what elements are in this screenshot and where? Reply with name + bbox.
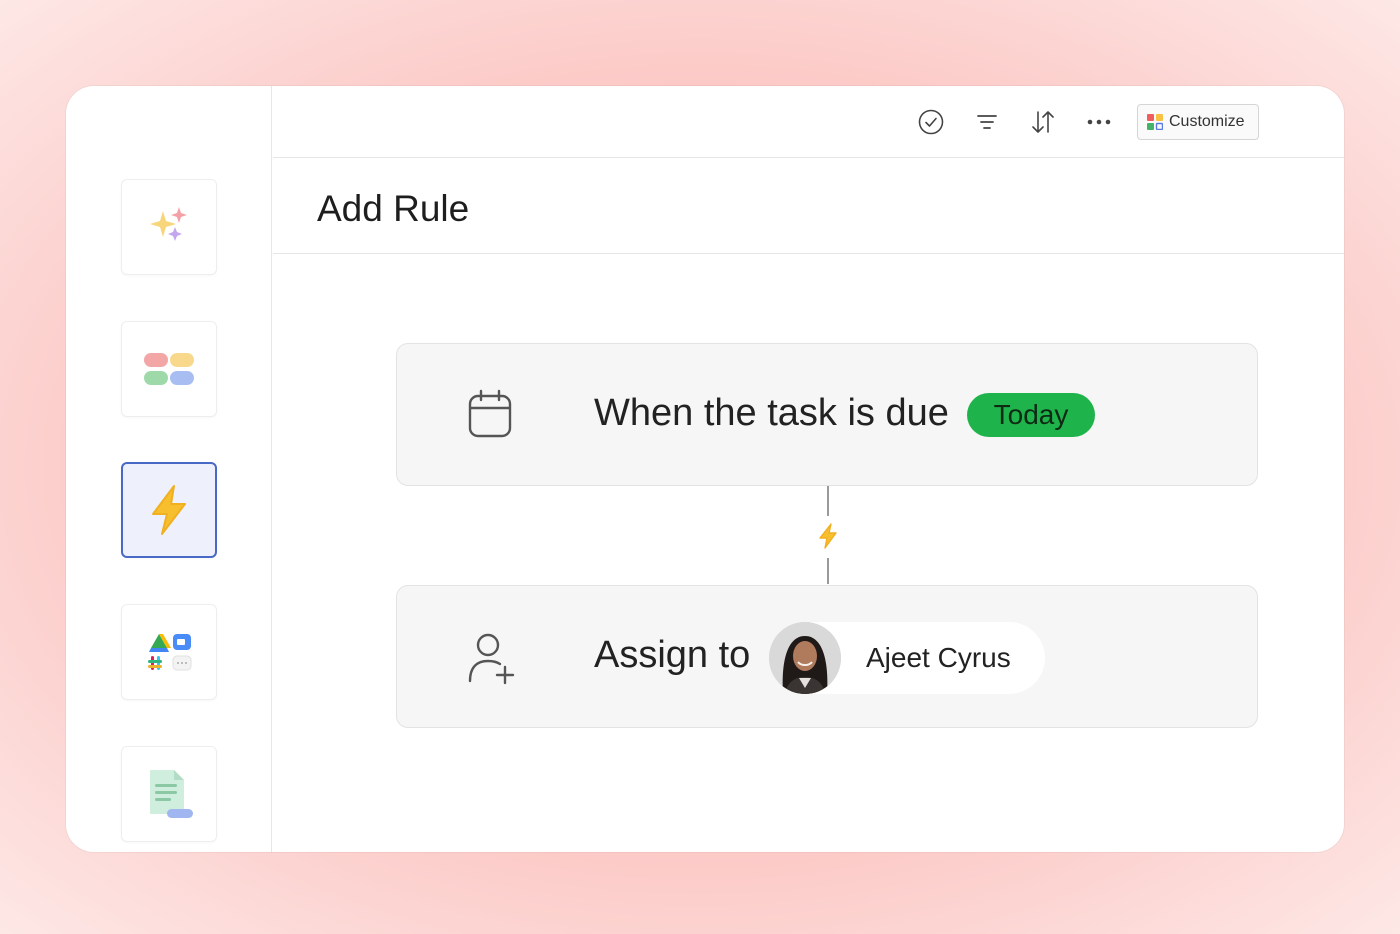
trigger-text: When the task is due: [594, 392, 949, 434]
integrations-icon: [148, 634, 192, 671]
sidebar-tile-fields[interactable]: [121, 321, 217, 417]
bolt-icon: [152, 485, 186, 535]
more-icon[interactable]: [1085, 108, 1113, 136]
connector-line-top: [827, 486, 829, 516]
sidebar: [66, 86, 272, 852]
main-content: Customize Add Rule When the task is due …: [273, 86, 1344, 852]
toolbar: Customize: [273, 86, 1344, 158]
calendar-icon: [468, 389, 512, 438]
check-circle-icon[interactable]: [917, 108, 945, 136]
add-user-icon: [468, 633, 515, 685]
sparkles-icon: [150, 207, 187, 241]
app-window: Customize Add Rule When the task is due …: [66, 86, 1344, 852]
sidebar-tile-automations[interactable]: [121, 462, 217, 558]
title-row: Add Rule: [273, 158, 1344, 254]
sort-icon[interactable]: [1029, 108, 1057, 136]
grid-icon: [1147, 114, 1163, 130]
filter-icon[interactable]: [973, 108, 1001, 136]
sidebar-tile-ai[interactable]: [121, 179, 217, 275]
tags-icon: [144, 353, 194, 385]
assignee-chip[interactable]: Ajeet Cyrus: [769, 622, 1045, 694]
document-icon: [150, 770, 193, 818]
customize-label: Customize: [1169, 113, 1245, 130]
page-title: Add Rule: [317, 188, 470, 229]
connector-bolt-icon: [819, 523, 837, 549]
customize-button[interactable]: Customize: [1137, 104, 1259, 140]
connector-line-bottom: [827, 558, 829, 584]
sidebar-tile-integrations[interactable]: [121, 604, 217, 700]
action-card[interactable]: Assign to Ajeet Cyrus: [396, 585, 1258, 728]
avatar: [769, 622, 841, 694]
assignee-name: Ajeet Cyrus: [866, 642, 1011, 673]
due-date-badge[interactable]: Today: [967, 393, 1095, 437]
sidebar-tile-docs[interactable]: [121, 746, 217, 842]
trigger-card[interactable]: When the task is due Today: [396, 343, 1258, 486]
action-text: Assign to: [594, 634, 751, 676]
